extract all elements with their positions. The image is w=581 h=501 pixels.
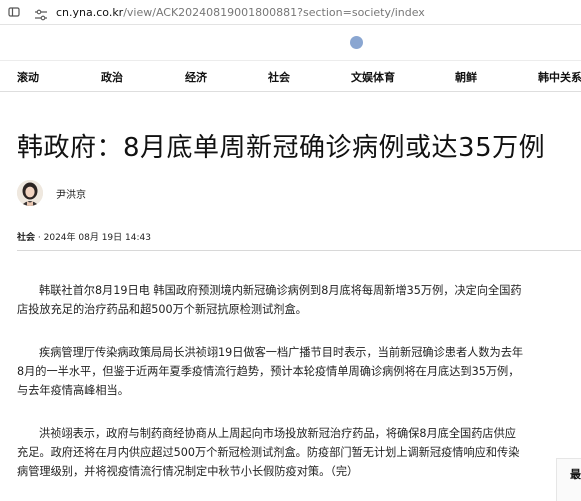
url-host: cn.yna.co.kr (56, 5, 124, 19)
article-section[interactable]: 社会 (17, 233, 35, 243)
article-paragraph: 韩联社首尔8月19日电 韩国政府预测境内新冠确诊病例到8月底将每周新增35万例，… (17, 284, 522, 316)
nav-item-korea-china[interactable]: 韩中关系 (538, 69, 581, 85)
nav-item-north-korea[interactable]: 朝鲜 (455, 69, 477, 85)
nav-item-economy[interactable]: 经济 (185, 69, 207, 85)
url-field[interactable]: cn.yna.co.kr/view/ACK20240819001800881?s… (56, 6, 425, 19)
main-nav: 滚动 政治 经济 社会 文娱体育 朝鲜 韩中关系 (0, 60, 581, 92)
article-paragraph: 洪祯翊表示，政府与制药商经协商从上周起向市场投放新冠治疗药品，将确保8月底全国药… (17, 427, 520, 478)
divider (17, 250, 581, 251)
side-panel-label: 最 (570, 468, 581, 481)
sidebar-toggle-icon[interactable] (8, 6, 20, 18)
nav-item-entertainment-sports[interactable]: 文娱体育 (351, 69, 395, 85)
article-paragraph: 疾病管理厅传染病政策局局长洪祯翊19日做客一档广播节目时表示，当前新冠确诊患者人… (17, 346, 524, 397)
site-logo-icon[interactable] (350, 36, 363, 49)
author-byline: 尹洪京 (17, 180, 86, 206)
nav-item-society[interactable]: 社会 (268, 69, 290, 85)
url-path: /view/ACK20240819001800881?section=socie… (123, 5, 425, 19)
site-header (0, 25, 581, 59)
author-name[interactable]: 尹洪京 (56, 186, 86, 201)
article-title: 韩政府：8月底单周新冠确诊病例或达35万例 (17, 133, 546, 163)
nav-item-politics[interactable]: 政治 (101, 69, 123, 85)
browser-address-bar: cn.yna.co.kr/view/ACK20240819001800881?s… (0, 0, 581, 25)
article-date: 2024年 08月 19日 14:43 (43, 233, 151, 243)
site-settings-icon[interactable] (34, 6, 48, 21)
nav-item-scroll[interactable]: 滚动 (17, 69, 39, 85)
author-avatar[interactable] (17, 180, 43, 206)
article-meta: 社会 · 2024年 08月 19日 14:43 (17, 230, 151, 243)
